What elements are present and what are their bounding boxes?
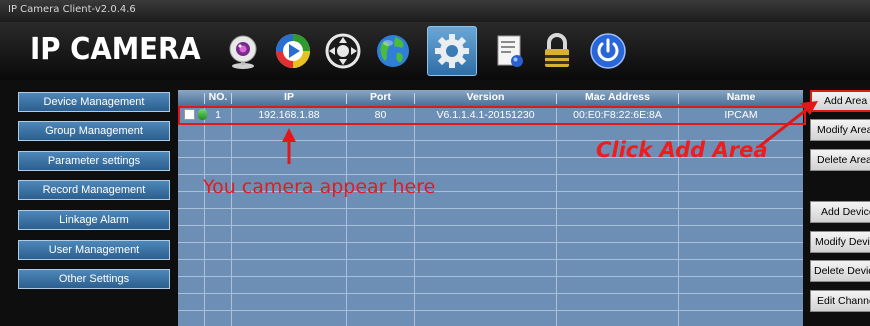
table-header: NO. IP Port Version Mac Address Name <box>178 90 803 106</box>
grid-line <box>178 259 803 260</box>
modify-area-button[interactable]: Modify Area <box>810 119 870 141</box>
header-toolbar: IP CAMERA <box>0 22 870 80</box>
settings-gear-icon[interactable] <box>427 26 477 76</box>
ip-camera-client-window: IP Camera Client-v2.0.4.6 IP CAMERA Devi… <box>0 0 870 326</box>
grid-line <box>178 174 803 175</box>
power-icon[interactable] <box>583 26 633 76</box>
delete-device-button[interactable]: Delete Device <box>810 260 870 282</box>
sidebar-item-parameter-settings[interactable]: Parameter settings <box>18 151 170 171</box>
sidebar-menu: Device Management Group Management Param… <box>14 88 170 326</box>
lock-icon[interactable] <box>532 26 582 76</box>
app-logo: IP CAMERA <box>30 32 201 67</box>
modify-device-button[interactable]: Modify Device <box>810 231 870 253</box>
sidebar-item-group-management[interactable]: Group Management <box>18 121 170 141</box>
grid-line <box>178 242 803 243</box>
sidebar-item-other-settings[interactable]: Other Settings <box>18 269 170 289</box>
title-bar: IP Camera Client-v2.0.4.6 <box>0 0 870 22</box>
sidebar-item-record-management[interactable]: Record Management <box>18 180 170 200</box>
grid-line <box>178 276 803 277</box>
row-highlight-box <box>178 106 806 125</box>
document-icon[interactable] <box>484 26 534 76</box>
grid-line <box>178 293 803 294</box>
grid-line <box>178 225 803 226</box>
play-icon[interactable] <box>268 26 318 76</box>
column-header-ip[interactable]: IP <box>232 91 346 103</box>
webcam-icon[interactable] <box>218 26 268 76</box>
annotation-click-add-area: Click Add Area <box>596 138 768 162</box>
sidebar-item-user-management[interactable]: User Management <box>18 240 170 260</box>
add-area-button[interactable]: Add Area <box>810 90 870 112</box>
sidebar-item-linkage-alarm[interactable]: Linkage Alarm <box>18 210 170 230</box>
grid-line <box>178 310 803 311</box>
column-header-no[interactable]: NO. <box>205 91 231 103</box>
right-button-panel: Add Area Modify Area Delete Area Add Dev… <box>806 88 870 326</box>
column-header-name[interactable]: Name <box>679 91 803 103</box>
device-table: NO. IP Port Version Mac Address Name 1 1… <box>178 90 803 326</box>
column-header-version[interactable]: Version <box>415 91 556 103</box>
grid-line <box>178 208 803 209</box>
edit-channel-button[interactable]: Edit Channel <box>810 290 870 312</box>
window-title: IP Camera Client-v2.0.4.6 <box>8 4 136 15</box>
annotation-camera-appear-here: You camera appear here <box>203 176 436 198</box>
globe-icon[interactable] <box>368 26 418 76</box>
add-device-button[interactable]: Add Device <box>810 201 870 223</box>
delete-area-button[interactable]: Delete Area <box>810 149 870 171</box>
column-header-mac-address[interactable]: Mac Address <box>557 91 678 103</box>
sidebar-item-device-management[interactable]: Device Management <box>18 92 170 112</box>
ptz-control-icon[interactable] <box>318 26 368 76</box>
column-header-port[interactable]: Port <box>347 91 414 103</box>
